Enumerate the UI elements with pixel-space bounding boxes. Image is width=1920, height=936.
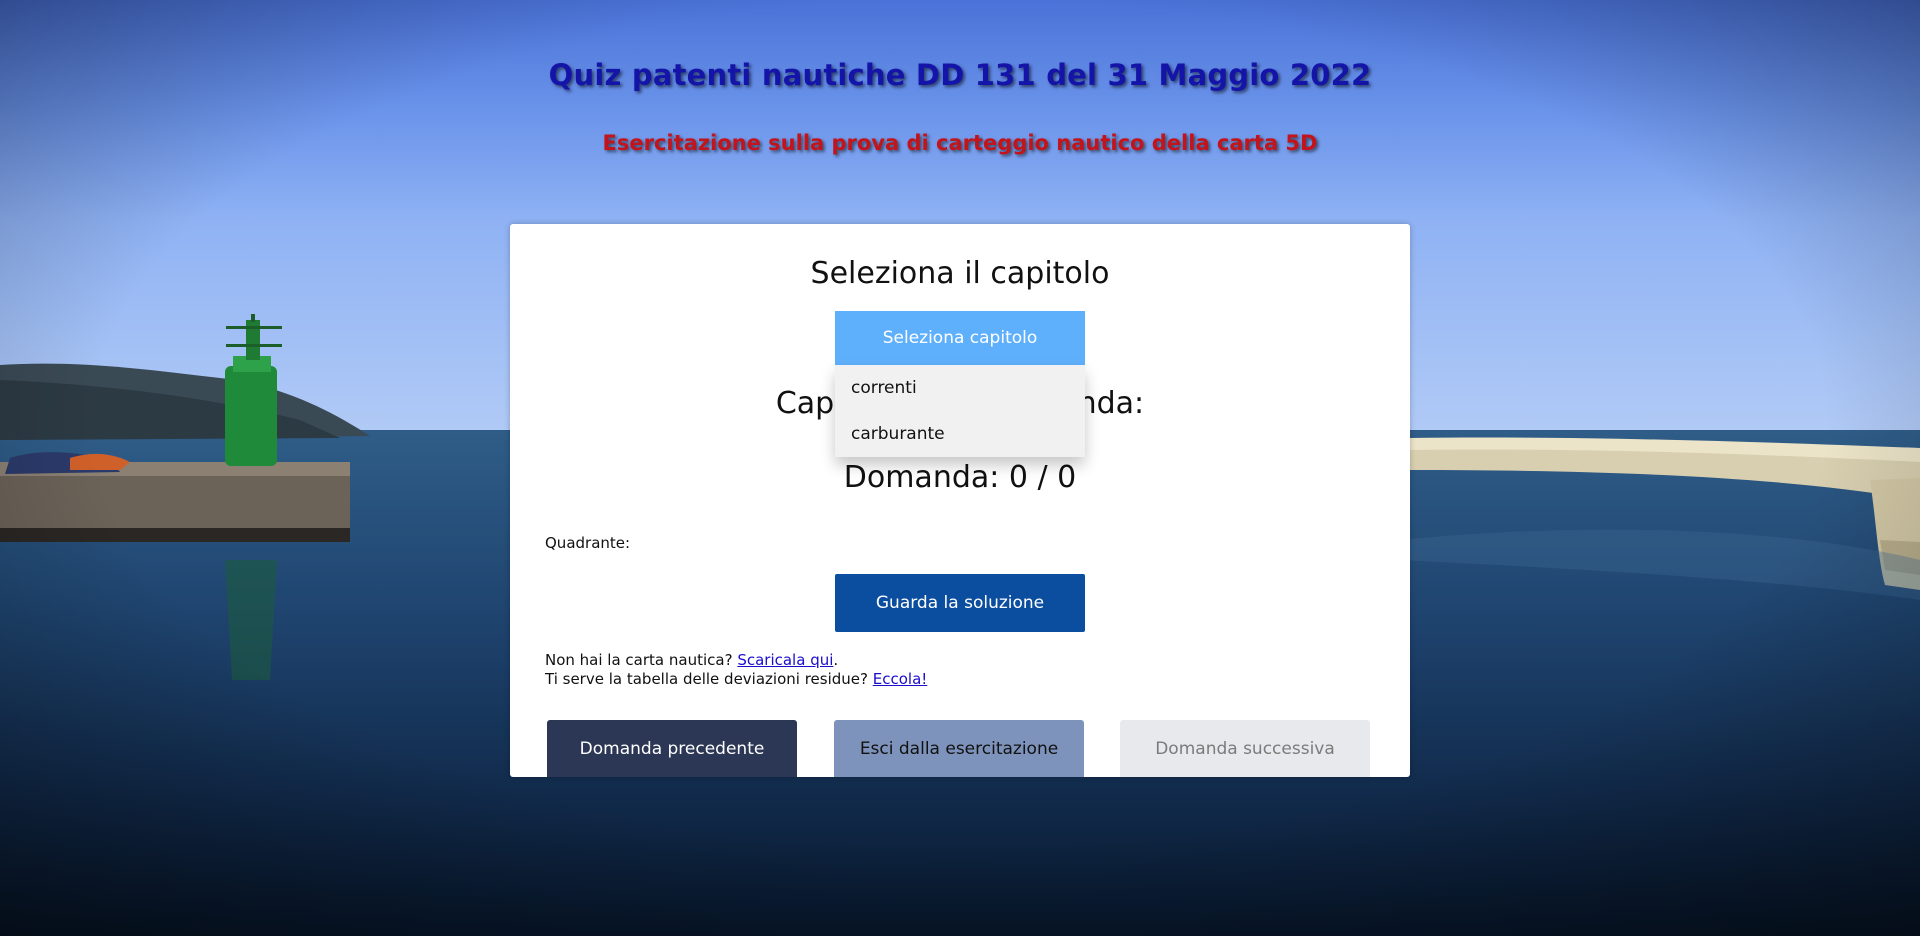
- page-subtitle: Esercitazione sulla prova di carteggio n…: [602, 131, 1318, 155]
- info-text: Non hai la carta nautica? Scaricala qui.…: [545, 651, 927, 689]
- page-title: Quiz patenti nautiche DD 131 del 31 Magg…: [548, 58, 1372, 92]
- dropdown-option-correnti[interactable]: correnti: [835, 365, 1085, 411]
- chapter-dropdown-menu: correnti carburante: [835, 365, 1085, 457]
- next-question-button[interactable]: Domanda successiva: [1120, 720, 1370, 777]
- quadrant-label: Quadrante:: [545, 534, 631, 552]
- chart-download-line: Non hai la carta nautica? Scaricala qui.: [545, 651, 839, 669]
- show-solution-button[interactable]: Guarda la soluzione: [835, 574, 1085, 632]
- exit-exercise-button[interactable]: Esci dalla esercitazione: [834, 720, 1084, 777]
- deviation-table-line: Ti serve la tabella delle deviazioni res…: [545, 670, 928, 688]
- previous-question-button[interactable]: Domanda precedente: [547, 720, 797, 777]
- dropdown-option-carburante[interactable]: carburante: [835, 411, 1085, 457]
- select-chapter-heading: Seleziona il capitolo: [810, 256, 1110, 291]
- quiz-card: Seleziona il capitolo Seleziona capitolo…: [510, 224, 1410, 777]
- deviation-table-link[interactable]: Eccola!: [873, 670, 928, 688]
- select-chapter-button[interactable]: Seleziona capitolo: [835, 311, 1085, 365]
- question-counter: Domanda: 0 / 0: [843, 460, 1077, 495]
- download-chart-link[interactable]: Scaricala qui: [737, 651, 833, 669]
